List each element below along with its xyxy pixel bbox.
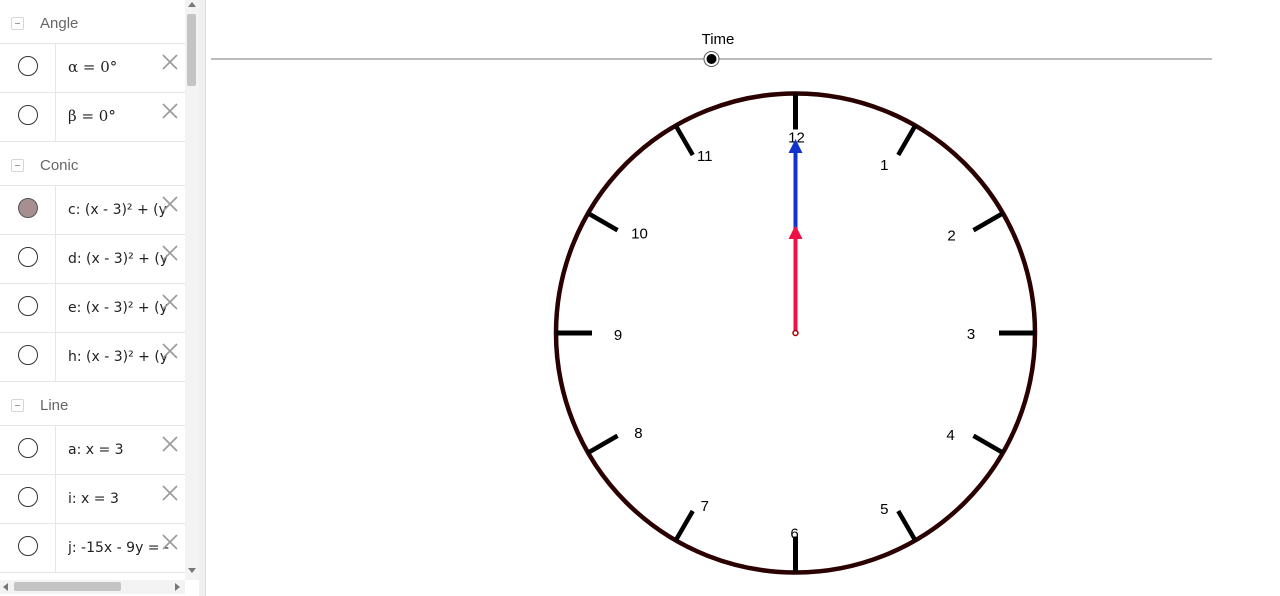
algebra-item-a[interactable]: a: x = 3 — [0, 426, 185, 475]
close-icon[interactable] — [161, 244, 179, 262]
vertical-scrollbar[interactable] — [185, 0, 199, 580]
clock-hands[interactable] — [788, 139, 803, 337]
clock-number-8: 8 — [634, 425, 642, 442]
visibility-toggle[interactable] — [18, 438, 38, 458]
slider-knob-center[interactable] — [706, 54, 717, 64]
scroll-thumb[interactable] — [187, 14, 196, 86]
clock-center-point[interactable] — [792, 329, 799, 337]
algebra-item-d[interactable]: d: (x - 3)² + (y — [0, 235, 185, 284]
close-icon[interactable] — [161, 102, 179, 120]
visibility-toggle[interactable] — [18, 296, 38, 316]
horizontal-scrollbar[interactable] — [0, 580, 185, 594]
hour-tick — [586, 211, 619, 233]
hour-tick — [972, 433, 1005, 455]
algebra-item-alpha[interactable]: α = 0° — [0, 44, 185, 93]
group-label: Conic — [40, 157, 79, 174]
close-icon[interactable] — [161, 195, 179, 213]
marble-cell — [0, 235, 56, 283]
hour-tick — [673, 509, 695, 542]
close-icon[interactable] — [161, 533, 179, 551]
algebra-list: Angle α = 0° β = 0° Conic c: (x - 3)² + … — [0, 0, 185, 580]
scroll-right-icon[interactable] — [175, 583, 180, 591]
time-slider[interactable]: Time — [211, 31, 1212, 67]
algebra-view: Angle α = 0° β = 0° Conic c: (x - 3)² + … — [0, 0, 199, 596]
marble-cell — [0, 44, 56, 92]
marble-cell — [0, 475, 56, 523]
clock-number-3: 3 — [967, 326, 975, 343]
clock-number-11: 11 — [697, 148, 713, 165]
group-header-line[interactable]: Line — [0, 382, 185, 426]
slider-label: Time — [702, 31, 735, 48]
close-icon[interactable] — [161, 435, 179, 453]
visibility-toggle[interactable] — [18, 56, 38, 76]
clock-number-2: 2 — [947, 227, 955, 244]
clock-number-7: 7 — [701, 498, 709, 515]
algebra-item-i[interactable]: i: x = 3 — [0, 475, 185, 524]
visibility-toggle[interactable] — [18, 345, 38, 365]
marble-cell — [0, 186, 56, 234]
close-icon[interactable] — [161, 293, 179, 311]
panel-splitter[interactable] — [199, 0, 206, 596]
marble-cell — [0, 426, 56, 474]
scroll-down-icon[interactable] — [188, 568, 196, 573]
marble-cell — [0, 333, 56, 381]
algebra-item-h[interactable]: h: (x - 3)² + (y — [0, 333, 185, 382]
marble-cell — [0, 93, 56, 141]
close-icon[interactable] — [161, 484, 179, 502]
clock-number-4: 4 — [946, 427, 954, 444]
group-label: Angle — [40, 15, 79, 32]
marble-cell — [0, 524, 56, 572]
hour-hand-arrowhead[interactable] — [788, 225, 803, 239]
group-header-conic[interactable]: Conic — [0, 142, 185, 186]
hour-tick — [673, 124, 695, 157]
graphics-canvas[interactable]: Time 121234567891011 — [206, 0, 1280, 596]
visibility-toggle[interactable] — [18, 487, 38, 507]
visibility-toggle[interactable] — [18, 536, 38, 556]
group-label: Line — [40, 397, 69, 414]
clock-number-6: 6 — [790, 526, 798, 543]
scroll-left-icon[interactable] — [3, 583, 8, 591]
algebra-item-c[interactable]: c: (x - 3)² + (y — [0, 186, 185, 235]
clock-number-9: 9 — [614, 327, 622, 344]
scroll-up-icon[interactable] — [188, 2, 196, 7]
visibility-toggle[interactable] — [18, 247, 38, 267]
algebra-item-e[interactable]: e: (x - 3)² + (y — [0, 284, 185, 333]
close-icon[interactable] — [161, 53, 179, 71]
group-header-angle[interactable]: Angle — [0, 0, 185, 44]
collapse-icon[interactable] — [11, 399, 24, 412]
collapse-icon[interactable] — [11, 17, 24, 30]
hour-tick — [896, 509, 918, 542]
graphics-view[interactable]: Time 12 1 2 3 4 5 6 7 8 9 10 11 — [206, 0, 1280, 596]
algebra-item-beta[interactable]: β = 0° — [0, 93, 185, 142]
hour-tick — [586, 433, 619, 455]
close-icon[interactable] — [161, 342, 179, 360]
algebra-item-j[interactable]: j: -15x - 9y = - — [0, 524, 185, 573]
collapse-icon[interactable] — [11, 159, 24, 172]
visibility-toggle[interactable] — [18, 198, 38, 218]
hour-tick — [896, 124, 918, 157]
clock-number-5: 5 — [880, 501, 888, 518]
marble-cell — [0, 284, 56, 332]
clock-number-10: 10 — [631, 225, 648, 242]
visibility-toggle[interactable] — [18, 105, 38, 125]
clock-number-1: 1 — [880, 157, 888, 174]
scroll-thumb[interactable] — [14, 582, 121, 591]
hour-tick — [972, 211, 1005, 233]
